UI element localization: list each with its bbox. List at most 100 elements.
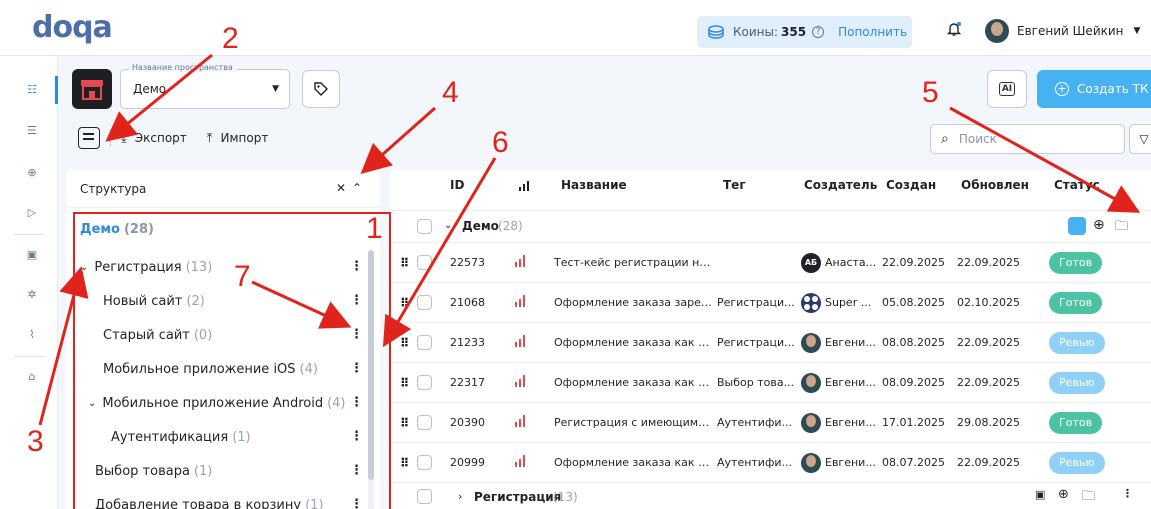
table-row[interactable]: ⠿ 21233 Оформление заказа как го... Реги… <box>390 322 1151 362</box>
tag-button[interactable] <box>302 70 340 108</box>
more-vertical-icon[interactable]: ⋮ <box>1122 487 1133 500</box>
priority-column-icon[interactable] <box>518 180 530 192</box>
search-input[interactable]: ⌕ Поиск <box>930 124 1125 154</box>
create-test-case-button[interactable]: + Создать ТК <box>1037 70 1151 108</box>
subgroup-row[interactable]: › Регистрация (13) ▣ ⊕ 🗀 ⋮ <box>390 482 1151 509</box>
status-badge[interactable]: Ревью <box>1049 372 1105 394</box>
app-logo[interactable]: doqa <box>32 10 113 45</box>
drag-handle-icon[interactable]: ⠿ <box>400 416 409 430</box>
drag-handle-icon[interactable]: ⠿ <box>400 256 409 270</box>
analytics-icon[interactable]: ⌇ <box>25 328 39 342</box>
table-row[interactable]: ⠿ 20999 Оформление заказа как го... Ауте… <box>390 442 1151 482</box>
coins-panel: Коины: 355 ? Пополнить <box>697 16 912 48</box>
row-name[interactable]: Оформление заказа как го... <box>554 336 712 349</box>
group-count: (28) <box>498 219 523 233</box>
column-header-updated[interactable]: Обновлен <box>961 178 1029 192</box>
ai-button[interactable]: AI <box>987 70 1027 108</box>
topup-button[interactable]: Пополнить <box>838 25 907 39</box>
status-badge[interactable]: Готов <box>1049 412 1103 434</box>
column-header-created[interactable]: Создан <box>886 178 936 192</box>
table-row[interactable]: ⠿ 21068 Оформление заказа зарег... Регис… <box>390 282 1151 322</box>
export-button[interactable]: ⤓ Экспорт <box>121 131 187 146</box>
row-name[interactable]: Тест-кейс регистрации нов... <box>554 256 712 269</box>
column-header-creator[interactable]: Создатель <box>804 178 877 192</box>
row-created: 08.09.2025 <box>882 376 945 389</box>
row-name[interactable]: Оформление заказа как го... <box>554 456 712 469</box>
annotation-label: 6 <box>492 126 509 159</box>
table-row[interactable]: ⠿ 22573 Тест-кейс регистрации нов... АБ … <box>390 242 1151 282</box>
plus-circle-icon[interactable]: ⊕ <box>1093 217 1105 233</box>
ai-icon[interactable]: ▣ <box>1035 488 1045 501</box>
view-toggle-button[interactable] <box>78 127 100 149</box>
plus-circle-icon[interactable]: ⊕ <box>1058 487 1069 502</box>
drag-handle-icon[interactable]: ⠿ <box>400 336 409 350</box>
search-placeholder: Поиск <box>958 132 997 146</box>
checkbox[interactable] <box>417 489 432 504</box>
column-header-name[interactable]: Название <box>561 178 627 192</box>
column-header-id[interactable]: ID <box>450 178 464 192</box>
plus-hexagon-icon[interactable]: ⊕ <box>25 166 39 180</box>
rail-divider <box>14 356 44 357</box>
table-row[interactable]: ⠿ 20390 Регистрация с имеющимс... Аутент… <box>390 402 1151 442</box>
runs-icon[interactable]: ▣ <box>25 248 39 262</box>
import-button[interactable]: ⤒ Импорт <box>207 131 269 146</box>
checkbox[interactable] <box>417 219 432 234</box>
help-icon[interactable]: ? <box>812 26 825 38</box>
filter-button[interactable]: ▽ <box>1129 124 1151 154</box>
row-name[interactable]: Оформление заказа зарег... <box>554 296 712 309</box>
space-select[interactable]: Название пространства Демо ▼ <box>120 63 290 109</box>
checkbox[interactable] <box>417 415 432 430</box>
checkbox[interactable] <box>417 335 432 350</box>
priority-high-icon <box>515 335 527 347</box>
checkbox[interactable] <box>417 255 432 270</box>
store-icon[interactable] <box>72 69 112 109</box>
annotation-label: 7 <box>234 260 251 293</box>
chevron-down-icon: ▼ <box>272 84 279 94</box>
drag-handle-icon[interactable]: ⠿ <box>400 296 409 310</box>
row-tag: Аутентифи... <box>717 456 793 469</box>
column-header-status[interactable]: Статус <box>1054 178 1100 192</box>
folder-add-icon[interactable]: 🗀 <box>1115 217 1128 239</box>
bell-icon[interactable] <box>946 21 962 37</box>
annotation-label: 3 <box>27 425 44 458</box>
test-cases-icon[interactable]: ☷ <box>25 83 39 97</box>
chevron-down-icon: ▼ <box>1133 26 1141 36</box>
checkbox[interactable] <box>417 295 432 310</box>
row-creator: Super ... <box>825 296 872 309</box>
user-menu[interactable]: Евгений Шейкин ▼ <box>985 19 1140 43</box>
coins-label: Коины: <box>733 25 779 39</box>
status-badge[interactable]: Ревью <box>1049 452 1105 474</box>
bug-icon[interactable]: ✲ <box>25 288 39 302</box>
folder-add-icon[interactable]: 🗀 <box>1082 487 1095 509</box>
ai-icon[interactable] <box>1068 217 1086 235</box>
row-name[interactable]: Регистрация с имеющимс... <box>554 416 712 429</box>
row-created: 08.07.2025 <box>882 456 945 469</box>
drag-handle-icon[interactable]: ⠿ <box>400 376 409 390</box>
checkbox[interactable] <box>417 375 432 390</box>
table-row[interactable]: ⠿ 22317 Оформление заказа как го... Выбо… <box>390 362 1151 402</box>
checklist-icon[interactable]: ☰ <box>25 124 39 138</box>
drag-handle-icon[interactable]: ⠿ <box>400 456 409 470</box>
row-created: 08.08.2025 <box>882 336 945 349</box>
coins-value: 355 <box>781 25 807 39</box>
trash-icon[interactable]: ⌂ <box>25 370 39 384</box>
play-icon[interactable]: ▷ <box>25 206 39 220</box>
status-badge[interactable]: Ревью <box>1049 332 1105 354</box>
group-row[interactable]: ⌄ Демо (28) ⊕ 🗀 <box>390 210 1151 242</box>
checkbox[interactable] <box>417 455 432 470</box>
collapse-expand-icons[interactable]: ✕⌃ <box>336 181 368 195</box>
create-button-label: Создать ТК <box>1077 82 1149 96</box>
creator-avatar: АБ <box>801 253 821 273</box>
row-creator: Евгени... <box>825 456 876 469</box>
status-badge[interactable]: Готов <box>1049 292 1103 314</box>
export-label: Экспорт <box>134 131 187 145</box>
status-badge[interactable]: Готов <box>1049 252 1103 274</box>
annotation-label: 1 <box>366 212 383 245</box>
row-creator: Евгени... <box>825 336 876 349</box>
row-name[interactable]: Оформление заказа как го... <box>554 376 712 389</box>
annotation-box <box>73 212 391 509</box>
column-header-tag[interactable]: Тег <box>723 178 746 192</box>
tag-icon <box>314 82 328 96</box>
group-name: Демо <box>462 219 499 233</box>
row-updated: 22.09.2025 <box>957 336 1020 349</box>
